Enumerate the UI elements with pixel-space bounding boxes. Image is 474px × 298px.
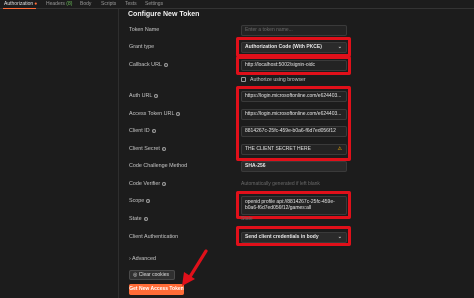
request-tabs: Authorization● Headers (8) Body Scripts … — [0, 0, 474, 9]
state-label: State i — [129, 216, 148, 222]
scope-label: Scope i — [129, 198, 151, 204]
tab-headers[interactable]: Headers (8) — [46, 1, 72, 7]
code-challenge-label: Code Challenge Method — [129, 163, 188, 169]
tab-tests[interactable]: Tests — [125, 1, 137, 7]
client-secret-label: Client Secret i — [129, 146, 166, 152]
annotation-arrow-icon — [182, 249, 208, 286]
token-name-input[interactable]: Enter a token name... — [241, 25, 347, 36]
highlight-box-oauth-urls — [236, 86, 351, 161]
code-verifier-label-text: Code Verifier — [129, 181, 161, 187]
highlight-box-client-auth — [236, 226, 351, 246]
client-id-label: Client ID i — [129, 128, 156, 134]
chevron-right-icon: › — [129, 256, 131, 262]
tab-authorization[interactable]: Authorization● — [4, 1, 37, 7]
tab-headers-label: Headers — [46, 1, 65, 7]
section-title: Configure New Token — [128, 11, 200, 18]
authorize-browser-label: Authorize using browser — [250, 77, 306, 83]
info-icon: i — [162, 181, 167, 186]
get-new-access-token-button[interactable]: Get New Access Token — [129, 284, 184, 295]
auth-type-panel — [0, 9, 119, 298]
info-icon: i — [154, 93, 159, 98]
access-token-url-label-text: Access Token URL — [129, 111, 175, 117]
cookie-icon: ◎ — [133, 272, 138, 278]
info-icon: i — [143, 216, 148, 221]
clear-cookies-button[interactable]: ◎ Clear cookies — [129, 270, 175, 280]
advanced-label: Advanced — [132, 256, 156, 262]
tab-scripts[interactable]: Scripts — [101, 1, 116, 7]
state-label-text: State — [129, 216, 142, 222]
authorize-browser-checkbox[interactable] — [241, 77, 246, 82]
info-icon: i — [161, 146, 166, 151]
client-id-label-text: Client ID — [129, 128, 150, 134]
scope-label-text: Scope — [129, 198, 145, 204]
tab-authorization-label: Authorization — [4, 1, 34, 7]
code-challenge-select[interactable]: SHA-256 — [241, 161, 347, 172]
access-token-url-label: Access Token URL i — [129, 111, 181, 117]
auth-url-label: Auth URL i — [129, 93, 159, 99]
grant-type-label: Grant type — [129, 44, 155, 50]
code-verifier-input[interactable]: Automatically generated if left blank — [241, 181, 320, 187]
client-secret-label-text: Client Secret — [129, 146, 160, 152]
token-name-label: Token Name — [129, 27, 160, 33]
callback-url-label: Callback URL i — [129, 62, 168, 68]
info-icon: i — [163, 62, 168, 67]
tab-headers-count: (8) — [66, 1, 73, 7]
state-input[interactable]: State — [241, 216, 253, 222]
highlight-box-callback-url — [236, 56, 351, 75]
active-dot-icon: ● — [34, 1, 38, 7]
info-icon: i — [151, 128, 156, 133]
callback-url-label-text: Callback URL — [129, 62, 162, 68]
code-challenge-value: SHA-256 — [245, 163, 266, 169]
code-verifier-label: Code Verifier i — [129, 181, 167, 187]
highlight-box-grant-type — [236, 37, 351, 57]
clear-cookies-label: Clear cookies — [138, 272, 170, 278]
auth-url-label-text: Auth URL — [129, 93, 153, 99]
tab-settings[interactable]: Settings — [145, 1, 163, 7]
advanced-toggle[interactable]: › Advanced — [129, 256, 156, 262]
info-icon: i — [146, 198, 151, 203]
highlight-box-scope — [236, 191, 351, 219]
tab-body[interactable]: Body — [80, 1, 91, 7]
client-auth-label: Client Authentication — [129, 234, 179, 240]
info-icon: i — [176, 111, 181, 116]
